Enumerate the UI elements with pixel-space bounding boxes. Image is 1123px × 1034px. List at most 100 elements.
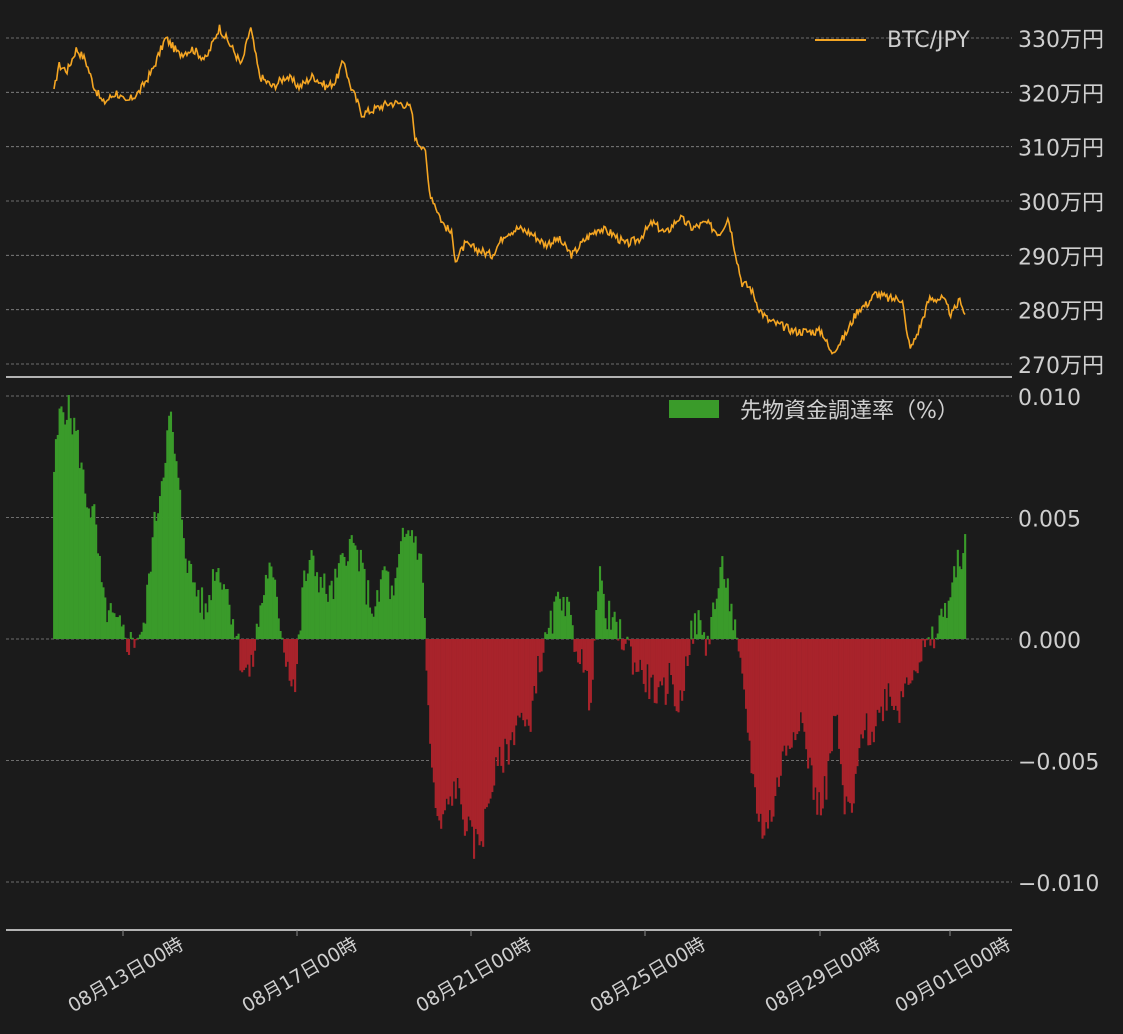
funding-bar-positive — [410, 530, 414, 639]
funding-bar-positive — [368, 607, 372, 639]
funding-bar-negative — [617, 639, 620, 641]
funding-bar-positive — [190, 564, 193, 639]
funding-bar-negative — [739, 639, 742, 658]
funding-bar-negative — [900, 639, 903, 692]
funding-bar-negative — [688, 639, 691, 656]
funding-bar-positive — [232, 619, 235, 639]
funding-bar-negative — [745, 639, 748, 709]
funding-bar-positive — [345, 565, 348, 639]
funding-bar-negative — [524, 639, 527, 727]
funding-bar-negative — [878, 639, 881, 713]
funding-bar-positive — [602, 593, 605, 639]
funding-bar-negative — [239, 639, 242, 671]
funding-bar-positive — [142, 622, 145, 639]
funding-bar-negative — [511, 639, 514, 733]
funding-bar-negative — [467, 639, 470, 817]
funding-bar-negative — [894, 639, 897, 706]
funding-bar-positive — [277, 618, 280, 639]
funding-bar-positive — [158, 496, 162, 639]
funding-bar-positive — [365, 604, 368, 639]
funding-bar-positive — [75, 430, 78, 639]
funding-bar-negative — [514, 639, 518, 726]
funding-bar-positive — [381, 570, 384, 639]
funding-bar-positive — [927, 637, 930, 639]
funding-bar-negative — [639, 639, 642, 660]
funding-bar-positive — [951, 582, 954, 639]
funding-bar-positive — [67, 395, 70, 639]
funding-bar-negative — [681, 639, 684, 701]
funding-bar-negative — [838, 639, 841, 749]
funding-bar-positive — [370, 613, 373, 639]
funding-bar-positive — [299, 630, 302, 639]
funding-bar-positive — [567, 601, 571, 639]
funding-bar-negative — [911, 639, 914, 681]
funding-bar-negative — [668, 639, 671, 663]
funding-bar-negative — [531, 639, 534, 701]
funding-bar-negative — [854, 639, 857, 774]
funding-bar-negative — [631, 639, 634, 675]
funding-bar-positive — [323, 573, 326, 639]
funding-bar-positive — [211, 569, 215, 639]
funding-bar-negative — [536, 639, 540, 656]
funding-bar-negative — [533, 639, 536, 687]
funding-bar-negative — [810, 639, 813, 766]
funding-bar-negative — [622, 639, 625, 651]
funding-bar-negative — [452, 639, 456, 782]
funding-bar-positive — [703, 632, 706, 639]
funding-bar-positive — [226, 589, 229, 639]
funding-bar-negative — [898, 639, 901, 723]
funding-bar-negative — [443, 639, 446, 811]
funding-bar-positive — [409, 536, 412, 639]
funding-bar-positive — [87, 508, 90, 639]
funding-bar-positive — [325, 593, 328, 639]
funding-bar-positive — [104, 597, 107, 639]
funding-bar-positive — [268, 562, 271, 639]
funding-bar-positive — [281, 637, 284, 639]
funding-bar-positive — [310, 550, 313, 639]
funding-bar-negative — [445, 639, 448, 799]
funding-bar-negative — [483, 639, 487, 809]
funding-bar-positive — [210, 600, 213, 639]
funding-y-tick-label: −0.005 — [1018, 751, 1099, 776]
funding-bar-negative — [929, 639, 932, 646]
funding-bar-negative — [920, 639, 923, 662]
funding-bar-positive — [319, 576, 322, 639]
funding-bar-negative — [504, 639, 507, 739]
funding-bar-negative — [666, 639, 669, 694]
funding-bar-negative — [253, 639, 257, 651]
funding-bar-negative — [754, 639, 757, 788]
funding-bar-negative — [874, 639, 877, 727]
funding-bar-positive — [230, 624, 233, 639]
funding-bar-positive — [401, 527, 404, 639]
funding-bar-positive — [91, 506, 94, 639]
funding-bar-negative — [922, 639, 925, 641]
funding-bar-negative — [673, 639, 676, 707]
funding-bar-positive — [224, 589, 227, 639]
funding-bar-negative — [902, 639, 905, 698]
funding-bar-positive — [361, 562, 364, 639]
funding-bar-positive — [270, 566, 273, 639]
funding-bar-positive — [606, 629, 609, 639]
funding-bar-positive — [175, 461, 178, 639]
funding-bar-negative — [861, 639, 864, 739]
funding-bar-negative — [491, 639, 494, 793]
funding-bar-positive — [102, 587, 105, 639]
funding-bar-negative — [832, 639, 835, 716]
funding-bar-positive — [169, 411, 173, 639]
funding-bar-positive — [730, 603, 733, 639]
funding-bar-negative — [462, 639, 465, 820]
funding-bar-negative — [292, 639, 295, 680]
funding-bar-negative — [440, 639, 443, 829]
funding-bar-positive — [315, 572, 319, 639]
funding-bar-negative — [538, 639, 541, 673]
funding-bar-negative — [242, 639, 246, 671]
funding-bar-positive — [109, 603, 112, 639]
funding-bar-negative — [843, 639, 846, 815]
funding-bar-negative — [704, 639, 707, 656]
funding-bar-positive — [197, 589, 200, 639]
funding-bar-negative — [876, 639, 879, 710]
funding-bar-positive — [699, 620, 702, 639]
funding-bar-positive — [85, 507, 89, 639]
funding-bar-negative — [812, 639, 815, 800]
funding-bar-positive — [595, 610, 598, 639]
